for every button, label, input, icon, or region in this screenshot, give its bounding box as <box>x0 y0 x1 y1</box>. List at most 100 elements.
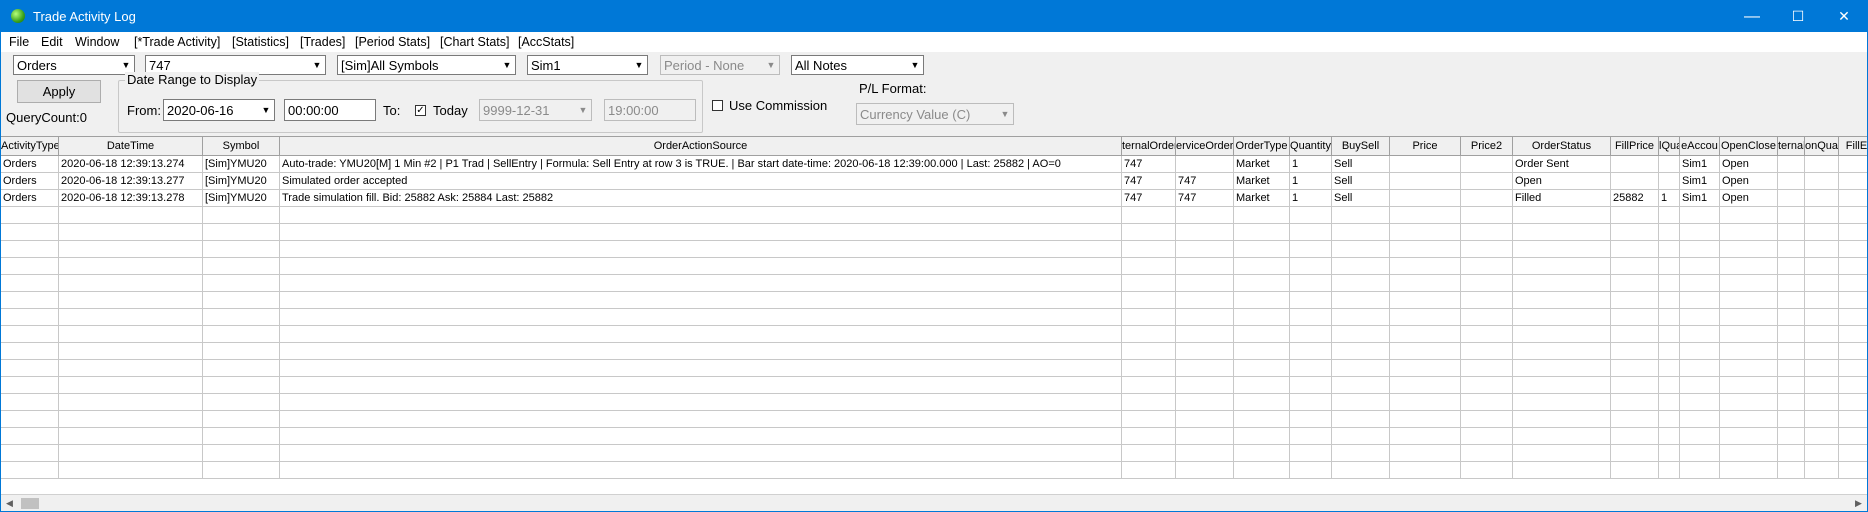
table-cell <box>1234 360 1290 376</box>
scroll-thumb[interactable] <box>21 498 39 509</box>
table-cell <box>1290 394 1332 410</box>
menu-trades[interactable]: [Trades] <box>300 35 345 49</box>
table-row[interactable] <box>1 411 1867 428</box>
horizontal-scrollbar[interactable]: ◀ ▶ <box>1 494 1867 511</box>
table-cell <box>1461 292 1513 308</box>
trade-account-select[interactable]: Sim1 ▼ <box>527 55 648 75</box>
column-header[interactable]: OrderType <box>1234 137 1290 155</box>
table-cell <box>1176 292 1234 308</box>
menu-file[interactable]: File <box>9 35 29 49</box>
table-cell <box>1513 207 1611 223</box>
table-row[interactable]: Orders 2020-06-18 12:39:13.278 [Sim]YMU20 T… <box>1 190 1867 207</box>
table-cell <box>1680 241 1720 257</box>
activity-grid[interactable]: ActivityType DateTime Symbol OrderActionSou… <box>1 136 1867 495</box>
table-row[interactable] <box>1 394 1867 411</box>
table-cell <box>1122 462 1176 478</box>
column-header[interactable]: BuySell <box>1332 137 1390 155</box>
table-row[interactable] <box>1 275 1867 292</box>
from-time-input[interactable]: 00:00:00 <box>284 99 376 121</box>
column-header[interactable]: lQuantit <box>1659 137 1680 155</box>
column-header[interactable]: eAccou <box>1680 137 1720 155</box>
minimize-button[interactable]: — <box>1729 1 1775 32</box>
menu-chart-stats[interactable]: [Chart Stats] <box>440 35 509 49</box>
table-cell <box>1390 224 1461 240</box>
table-cell <box>59 309 203 325</box>
table-cell <box>1390 156 1461 172</box>
column-header[interactable]: Price <box>1390 137 1461 155</box>
column-header[interactable]: Price2 <box>1461 137 1513 155</box>
period-select[interactable]: Period - None ▼ <box>660 55 780 75</box>
table-row[interactable] <box>1 292 1867 309</box>
activity-type-select[interactable]: Orders ▼ <box>13 55 135 75</box>
table-cell: 747 <box>1122 173 1176 189</box>
column-header[interactable]: ternalOrder <box>1122 137 1176 155</box>
menu-window[interactable]: Window <box>75 35 119 49</box>
column-header[interactable]: OrderActionSource <box>280 137 1122 155</box>
apply-button[interactable]: Apply <box>17 80 101 103</box>
table-cell <box>1390 394 1461 410</box>
pl-format-select[interactable]: Currency Value (C) ▼ <box>856 103 1014 125</box>
table-row[interactable] <box>1 343 1867 360</box>
title-bar[interactable]: Trade Activity Log — ☐ ✕ <box>1 1 1867 32</box>
table-row[interactable] <box>1 462 1867 479</box>
table-cell <box>1839 462 1867 478</box>
symbol-select[interactable]: [Sim]All Symbols ▼ <box>337 55 516 75</box>
close-button[interactable]: ✕ <box>1821 1 1867 32</box>
table-cell <box>1390 428 1461 444</box>
table-row[interactable] <box>1 377 1867 394</box>
column-header[interactable]: ActivityType <box>1 137 59 155</box>
table-cell <box>1513 394 1611 410</box>
menu-statistics[interactable]: [Statistics] <box>232 35 289 49</box>
column-header[interactable]: Quantity <box>1290 137 1332 155</box>
column-header[interactable]: OpenClose <box>1720 137 1778 155</box>
table-row[interactable]: Orders 2020-06-18 12:39:13.277 [Sim]YMU20 S… <box>1 173 1867 190</box>
table-row[interactable] <box>1 360 1867 377</box>
table-row[interactable] <box>1 258 1867 275</box>
table-cell <box>1234 343 1290 359</box>
menu-edit[interactable]: Edit <box>41 35 63 49</box>
table-row[interactable] <box>1 428 1867 445</box>
column-header[interactable]: Symbol <box>203 137 280 155</box>
table-cell <box>1659 241 1680 257</box>
table-cell: Open <box>1720 156 1778 172</box>
table-row[interactable]: Orders 2020-06-18 12:39:13.274 [Sim]YMU20 A… <box>1 156 1867 173</box>
column-header[interactable]: onQua <box>1805 137 1839 155</box>
column-header[interactable]: erviceOrderI <box>1176 137 1234 155</box>
table-cell <box>1290 428 1332 444</box>
table-cell <box>1659 156 1680 172</box>
table-cell <box>1805 343 1839 359</box>
table-cell <box>1839 156 1867 172</box>
maximize-button[interactable]: ☐ <box>1775 1 1821 32</box>
table-row[interactable] <box>1 309 1867 326</box>
table-cell <box>1513 309 1611 325</box>
table-row[interactable] <box>1 445 1867 462</box>
table-row[interactable] <box>1 207 1867 224</box>
table-cell <box>1778 275 1805 291</box>
period-value: Period - None <box>664 58 745 73</box>
column-header[interactable]: OrderStatus <box>1513 137 1611 155</box>
menu-trade-activity[interactable]: [*Trade Activity] <box>134 35 220 49</box>
from-date-picker[interactable]: 2020-06-16 ▼ <box>163 99 275 121</box>
table-cell <box>1720 326 1778 342</box>
today-checkbox[interactable]: ✓ <box>415 105 426 116</box>
table-cell <box>1390 241 1461 257</box>
table-row[interactable] <box>1 224 1867 241</box>
table-cell <box>1611 428 1659 444</box>
notes-select[interactable]: All Notes ▼ <box>791 55 924 75</box>
table-row[interactable] <box>1 326 1867 343</box>
table-cell <box>1720 377 1778 393</box>
column-header[interactable]: FillPrice <box>1611 137 1659 155</box>
to-date-picker[interactable]: 9999-12-31 ▼ <box>479 99 592 121</box>
use-commission-checkbox[interactable] <box>712 100 723 111</box>
from-label: From: <box>127 103 161 118</box>
table-cell <box>1290 258 1332 274</box>
table-row[interactable] <box>1 241 1867 258</box>
column-header[interactable]: DateTime <box>59 137 203 155</box>
menu-period-stats[interactable]: [Period Stats] <box>355 35 430 49</box>
scroll-right-icon[interactable]: ▶ <box>1850 495 1867 511</box>
column-header[interactable]: FillE <box>1839 137 1867 155</box>
column-header[interactable]: ternalOr <box>1778 137 1805 155</box>
to-time-input[interactable]: 19:00:00 <box>604 99 696 121</box>
scroll-left-icon[interactable]: ◀ <box>1 495 18 511</box>
menu-acc-stats[interactable]: [AccStats] <box>518 35 574 49</box>
